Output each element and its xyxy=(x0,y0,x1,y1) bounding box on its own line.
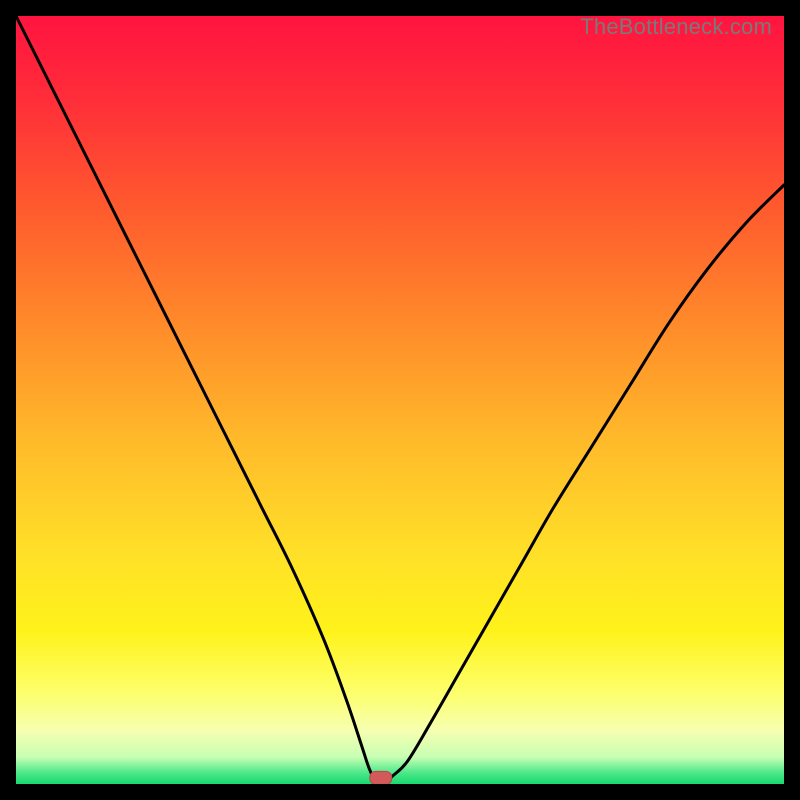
optimal-marker xyxy=(370,771,392,784)
bottleneck-chart xyxy=(16,16,784,784)
chart-frame: TheBottleneck.com xyxy=(16,16,784,784)
watermark-text: TheBottleneck.com xyxy=(580,14,772,40)
gradient-background xyxy=(16,16,784,784)
